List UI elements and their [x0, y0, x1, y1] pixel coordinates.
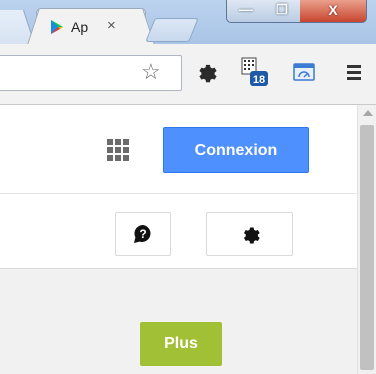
action-bar: ? — [0, 194, 357, 269]
restore-icon: ❐ — [276, 2, 288, 17]
page-content: Connexion ? Plus — [0, 105, 376, 374]
close-icon: X — [328, 2, 338, 18]
browser-toolbar: ☆ 18 — [0, 44, 376, 105]
help-button[interactable]: ? — [115, 212, 171, 256]
google-header-bar: Connexion — [0, 105, 357, 194]
help-icon: ? — [134, 224, 151, 243]
cast-icon[interactable] — [292, 60, 316, 84]
svg-text:?: ? — [139, 227, 146, 241]
google-play-icon — [49, 19, 65, 35]
minimize-icon: — — [239, 1, 253, 17]
star-outline-icon[interactable]: ☆ — [141, 60, 161, 84]
tab-close-icon[interactable]: × — [107, 17, 116, 34]
more-button[interactable]: Plus — [140, 322, 222, 366]
browser-window: Ap × — ❐ X ☆ 18 Connexion ? Plus — [0, 0, 376, 374]
tab-title: Ap — [71, 19, 89, 35]
active-tab[interactable]: Ap × — [36, 8, 146, 45]
hamburger-menu-icon[interactable] — [342, 60, 366, 84]
extension-badge: 18 — [253, 74, 265, 86]
vertical-scrollbar[interactable] — [357, 105, 376, 374]
scroll-up-arrow-icon[interactable] — [363, 110, 373, 116]
signin-button[interactable]: Connexion — [163, 127, 309, 173]
apps-grid-icon[interactable] — [107, 139, 129, 161]
title-bar: Ap × — ❐ X — [0, 0, 376, 45]
content-area: Plus — [0, 269, 357, 374]
gear-icon — [243, 227, 260, 244]
minimize-button[interactable]: — — [226, 0, 266, 23]
maximize-button[interactable]: ❐ — [264, 0, 301, 23]
new-tab-button[interactable] — [145, 18, 199, 42]
settings-button[interactable] — [206, 212, 293, 256]
gear-icon[interactable] — [194, 60, 218, 84]
calendar-badge-icon[interactable]: 18 — [238, 56, 270, 88]
close-window-button[interactable]: X — [300, 0, 367, 23]
scroll-thumb[interactable] — [360, 125, 374, 370]
address-bar[interactable]: ☆ — [0, 55, 182, 91]
